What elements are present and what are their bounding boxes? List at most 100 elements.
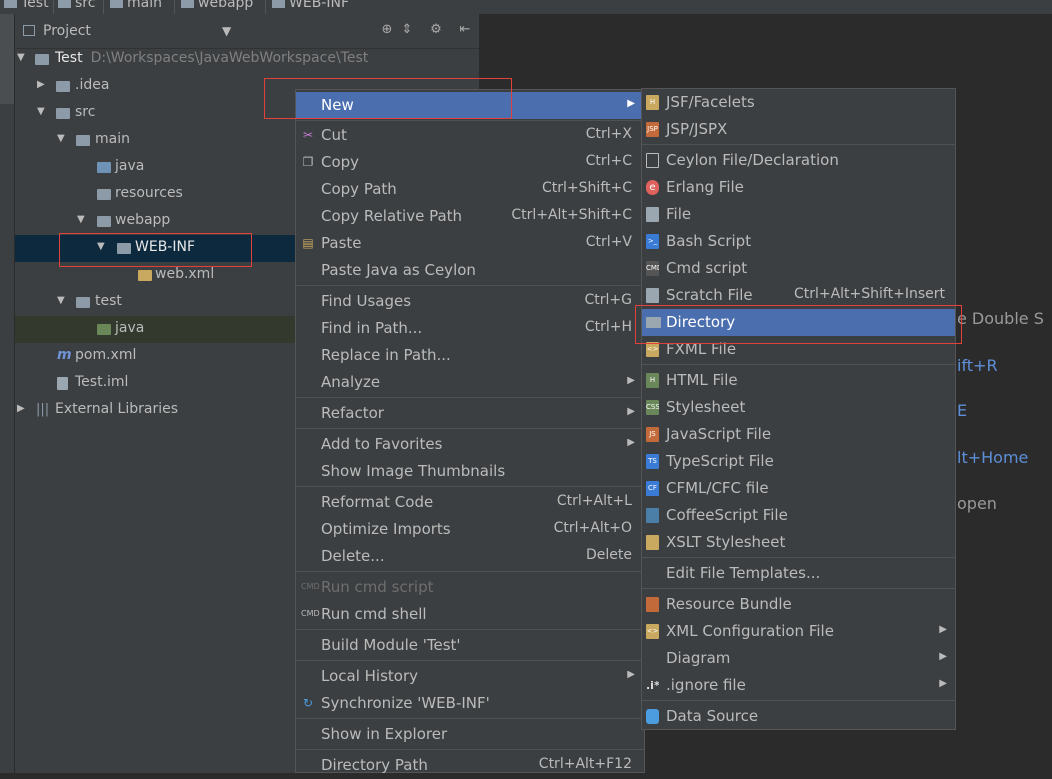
tree-label: webapp [115,212,171,228]
menu-item-cut[interactable]: ✂ Cut Ctrl+X [296,122,644,149]
submenu-item-html-file[interactable]: H HTML File [642,367,955,394]
submenu-item-javascript-file[interactable]: JS JavaScript File [642,421,955,448]
submenu-item-jsp-jspx[interactable]: JSP JSP/JSPX [642,116,955,143]
submenu-item-scratch-file[interactable]: Scratch File Ctrl+Alt+Shift+Insert [642,282,955,309]
expand-arrow-icon[interactable]: ▼ [77,214,85,225]
submenu-arrow-icon: ▶ [939,651,947,662]
folder-icon [97,216,111,227]
tree-item-project[interactable]: ▼ Test D:\Workspaces\JavaWebWorkspace\Tes… [15,46,479,73]
css-file-icon: CSS [646,400,659,415]
collapse-arrow-icon[interactable]: ▶ [37,79,45,90]
tree-label: java [115,158,145,174]
expand-arrow-icon[interactable]: ▼ [57,295,65,306]
folder-icon [181,0,194,8]
libraries-icon: ||| [36,402,50,417]
tree-label: java [115,320,145,336]
menu-item-copy-path[interactable]: Copy Path Ctrl+Shift+C [296,176,644,203]
submenu-item-data-source[interactable]: Data Source [642,703,955,730]
submenu-item-xml-configuration-file[interactable]: <> XML Configuration File ▶ [642,618,955,645]
xslt-file-icon [646,535,659,550]
submenu-item-ceylon-file[interactable]: Ceylon File/Declaration [642,147,955,174]
menu-item-run-cmd-shell[interactable]: CMD Run cmd shell [296,601,644,628]
submenu-item-typescript-file[interactable]: TS TypeScript File [642,448,955,475]
editor-hint: ift+R [957,356,998,375]
submenu-item-xslt-stylesheet[interactable]: XSLT Stylesheet [642,529,955,556]
project-tool-tab[interactable] [0,14,14,104]
test-folder-icon [97,324,111,335]
menu-item-show-in-explorer[interactable]: Show in Explorer [296,721,644,748]
folder-icon [56,81,70,92]
submenu-item-cmd-script[interactable]: CMDCmd script [642,255,955,282]
panel-title[interactable]: Project [43,23,91,39]
folder-icon [646,317,661,328]
menu-item-local-history[interactable]: Local History ▶ [296,663,644,690]
breadcrumb-item[interactable]: src [58,0,95,11]
submenu-item-fxml-file[interactable]: <> FXML File [642,336,955,363]
submenu-arrow-icon: ▶ [627,437,635,448]
chevron-down-icon[interactable]: ▼ [222,24,231,38]
gear-icon[interactable]: ⚙ [428,22,444,38]
submenu-item-directory[interactable]: Directory [642,309,955,336]
submenu-item-cfml-cfc-file[interactable]: CF CFML/CFC file [642,475,955,502]
module-folder-icon [35,54,49,65]
hide-icon[interactable]: ⇤ [457,22,473,38]
expand-arrow-icon[interactable]: ▼ [17,52,25,63]
submenu-item-edit-file-templates[interactable]: Edit File Templates... [642,560,955,587]
folder-icon [76,135,90,146]
context-menu: New ▶ ✂ Cut Ctrl+X ❐ Copy Ctrl+C Copy Path Ctr… [295,89,645,774]
menu-item-optimize-imports[interactable]: Optimize Imports Ctrl+Alt+O [296,516,644,543]
structure-tool-tab[interactable] [0,134,14,214]
tree-label: Test.iml [75,374,129,390]
menu-item-find-in-path[interactable]: Find in Path... Ctrl+H [296,315,644,342]
tree-label: Test [55,50,83,66]
menu-item-paste[interactable]: ▤ Paste Ctrl+V [296,230,644,257]
locate-icon[interactable]: ⊕ [379,22,395,38]
submenu-item-bash-script[interactable]: >_ Bash Script [642,228,955,255]
menu-item-refactor[interactable]: Refactor ▶ [296,400,644,427]
database-icon [646,709,659,724]
menu-item-new[interactable]: New ▶ [296,92,644,119]
breadcrumb-item[interactable]: WEB-INF [272,0,349,11]
scratch-file-icon [646,288,659,303]
folder-icon [58,0,71,8]
submenu-item-erlang-file[interactable]: e Erlang File [642,174,955,201]
menu-item-reformat-code[interactable]: Reformat Code Ctrl+Alt+L [296,489,644,516]
menu-item-build-module[interactable]: Build Module 'Test' [296,632,644,659]
menu-item-synchronize[interactable]: ↻ Synchronize 'WEB-INF' [296,690,644,717]
expand-arrow-icon[interactable]: ▼ [57,133,65,144]
collapse-icon[interactable]: ⇕ [399,22,415,38]
submenu-item-stylesheet[interactable]: CSS Stylesheet [642,394,955,421]
submenu-item-coffeescript-file[interactable]: CoffeeScript File [642,502,955,529]
menu-item-find-usages[interactable]: Find Usages Ctrl+G [296,288,644,315]
submenu-arrow-icon: ▶ [627,406,635,417]
xml-file-icon: <> [646,624,659,639]
collapse-arrow-icon[interactable]: ▶ [17,403,25,414]
menu-item-directory-path[interactable]: Directory Path Ctrl+Alt+F12 [296,752,644,779]
menu-item-show-image-thumbnails[interactable]: Show Image Thumbnails [296,458,644,485]
submenu-item-diagram[interactable]: Diagram ▶ [642,645,955,672]
breadcrumb-item[interactable]: webapp [181,0,253,11]
menu-item-paste-java-as-ceylon[interactable]: Paste Java as Ceylon [296,257,644,284]
tree-label: .idea [75,77,110,93]
breadcrumb-item[interactable]: Test [4,0,49,11]
breadcrumb-item[interactable]: main [110,0,162,11]
expand-arrow-icon[interactable]: ▼ [97,241,105,252]
project-path: D:\Workspaces\JavaWebWorkspace\Test [90,50,369,66]
tree-label: WEB-INF [135,239,195,255]
project-view-icon [23,25,35,36]
submenu-item-resource-bundle[interactable]: Resource Bundle [642,591,955,618]
submenu-item-ignore-file[interactable]: .i* .ignore file ▶ [642,672,955,699]
resource-bundle-icon [646,597,659,612]
submenu-item-file[interactable]: File [642,201,955,228]
submenu-item-jsf-facelets[interactable]: H JSF/Facelets [642,89,955,116]
menu-item-delete[interactable]: Delete... Delete [296,543,644,570]
folder-icon [110,0,123,8]
menu-item-replace-in-path[interactable]: Replace in Path... [296,342,644,369]
menu-item-analyze[interactable]: Analyze ▶ [296,369,644,396]
menu-item-copy[interactable]: ❐ Copy Ctrl+C [296,149,644,176]
menu-item-copy-relative-path[interactable]: Copy Relative Path Ctrl+Alt+Shift+C [296,203,644,230]
folder-icon [76,297,90,308]
menu-item-add-to-favorites[interactable]: Add to Favorites ▶ [296,431,644,458]
editor-hint: open [957,494,997,513]
expand-arrow-icon[interactable]: ▼ [37,106,45,117]
